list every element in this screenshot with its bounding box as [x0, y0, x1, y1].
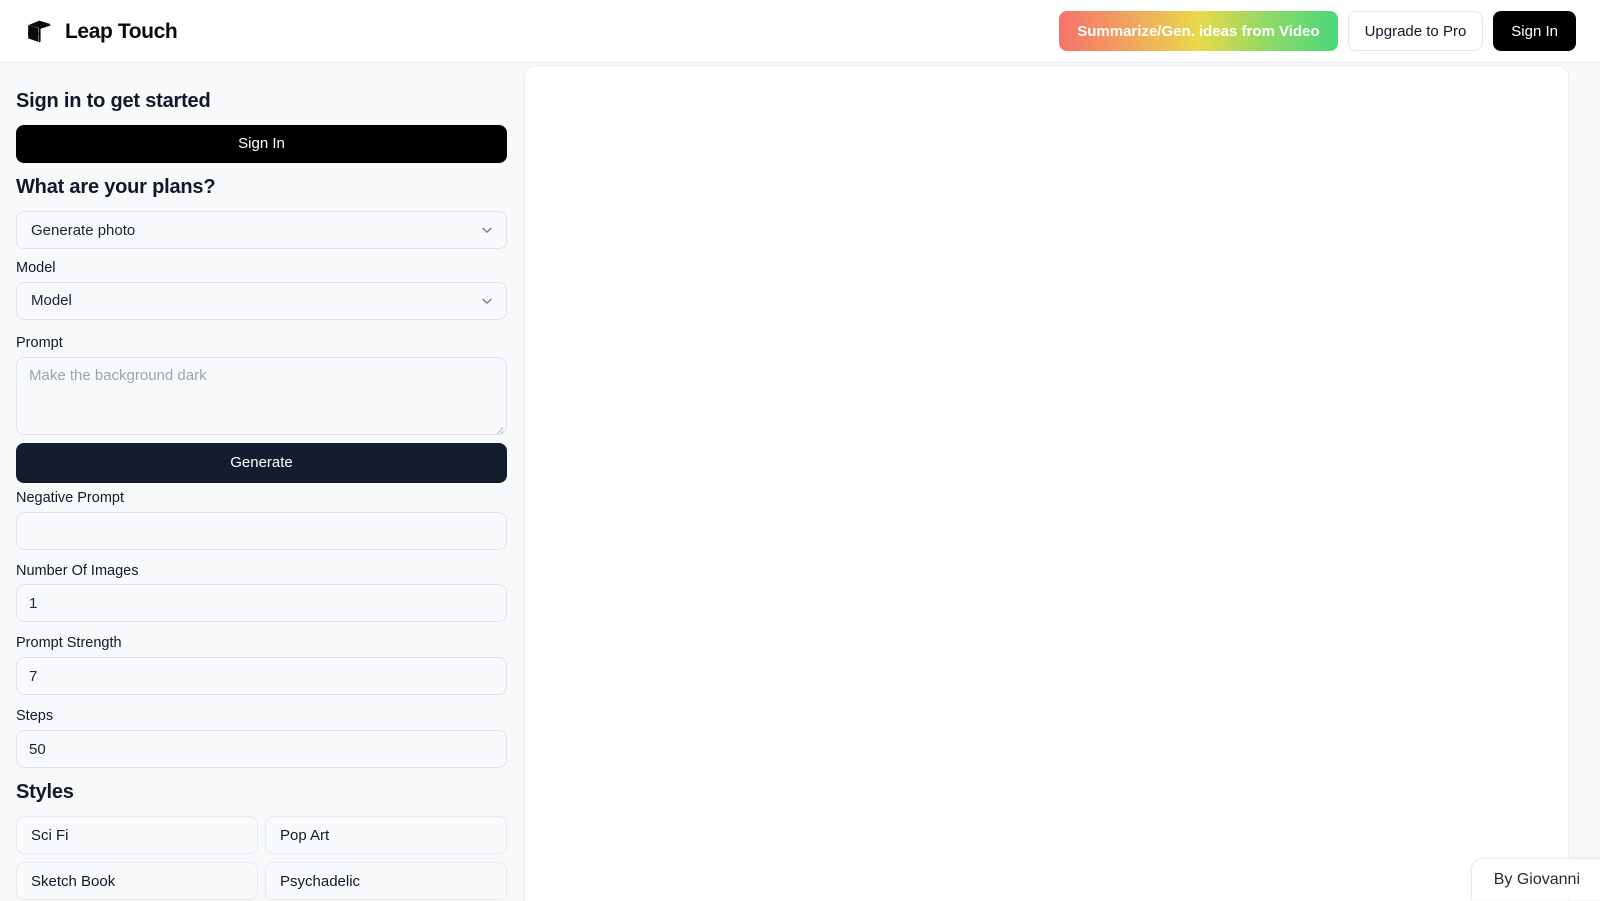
number-of-images-label: Number Of Images [16, 562, 507, 581]
summarize-video-button[interactable]: Summarize/Gen. ideas from Video [1059, 11, 1337, 51]
number-of-images-field: Number Of Images 1 [16, 562, 507, 623]
style-card[interactable]: Sketch Book [16, 862, 258, 900]
header-actions: Summarize/Gen. ideas from Video Upgrade … [1059, 11, 1576, 51]
model-field: Model Model [16, 259, 507, 320]
prompt-strength-input[interactable]: 7 [16, 657, 507, 695]
credit-badge[interactable]: By Giovanni [1471, 858, 1600, 900]
chevron-down-icon [480, 294, 494, 308]
style-card-label: Sci Fi [31, 827, 69, 844]
plans-heading: What are your plans? [16, 175, 507, 199]
steps-input[interactable]: 50 [16, 730, 507, 768]
styles-heading: Styles [16, 780, 507, 804]
style-card-label: Sketch Book [31, 873, 115, 890]
plan-select[interactable]: Generate photo [16, 211, 507, 249]
credit-badge-label: By Giovanni [1494, 871, 1580, 889]
sign-in-heading: Sign in to get started [16, 89, 507, 113]
style-card[interactable]: Psychadelic [265, 862, 507, 900]
prompt-strength-label: Prompt Strength [16, 634, 507, 653]
brand-name: Leap Touch [65, 21, 177, 42]
prompt-placeholder: Make the background dark [29, 367, 207, 384]
brand-logo-link[interactable]: Leap Touch [24, 16, 177, 46]
model-label: Model [16, 259, 507, 278]
plan-select-value: Generate photo [31, 222, 135, 239]
app-header: Leap Touch Summarize/Gen. ideas from Vid… [0, 0, 1600, 63]
style-card[interactable]: Sci Fi [16, 816, 258, 854]
negative-prompt-input[interactable] [16, 512, 507, 550]
style-card[interactable]: Pop Art [265, 816, 507, 854]
steps-label: Steps [16, 707, 507, 726]
sidebar-sign-in-button[interactable]: Sign In [16, 125, 507, 163]
number-of-images-input[interactable]: 1 [16, 584, 507, 622]
steps-field: Steps 50 [16, 707, 507, 768]
style-card-label: Psychadelic [280, 873, 360, 890]
negative-prompt-field: Negative Prompt [16, 489, 507, 550]
negative-prompt-label: Negative Prompt [16, 489, 507, 508]
prompt-label: Prompt [16, 334, 507, 353]
upgrade-to-pro-button[interactable]: Upgrade to Pro [1348, 11, 1484, 51]
image-results-canvas [524, 65, 1569, 901]
prompt-field: Prompt Make the background dark [16, 334, 507, 435]
header-sign-in-button[interactable]: Sign In [1493, 11, 1576, 51]
settings-sidebar: Sign in to get started Sign In What are … [0, 63, 523, 900]
styles-grid: Sci Fi Pop Art Sketch Book Psychadelic [16, 816, 507, 900]
prompt-input[interactable]: Make the background dark [16, 357, 507, 435]
chevron-down-icon [480, 223, 494, 237]
model-select-value: Model [31, 292, 72, 309]
cube-logo-icon [24, 16, 54, 46]
prompt-strength-field: Prompt Strength 7 [16, 634, 507, 695]
generate-button[interactable]: Generate [16, 443, 507, 483]
model-select[interactable]: Model [16, 282, 507, 320]
style-card-label: Pop Art [280, 827, 329, 844]
resize-grip-icon[interactable] [494, 422, 504, 432]
